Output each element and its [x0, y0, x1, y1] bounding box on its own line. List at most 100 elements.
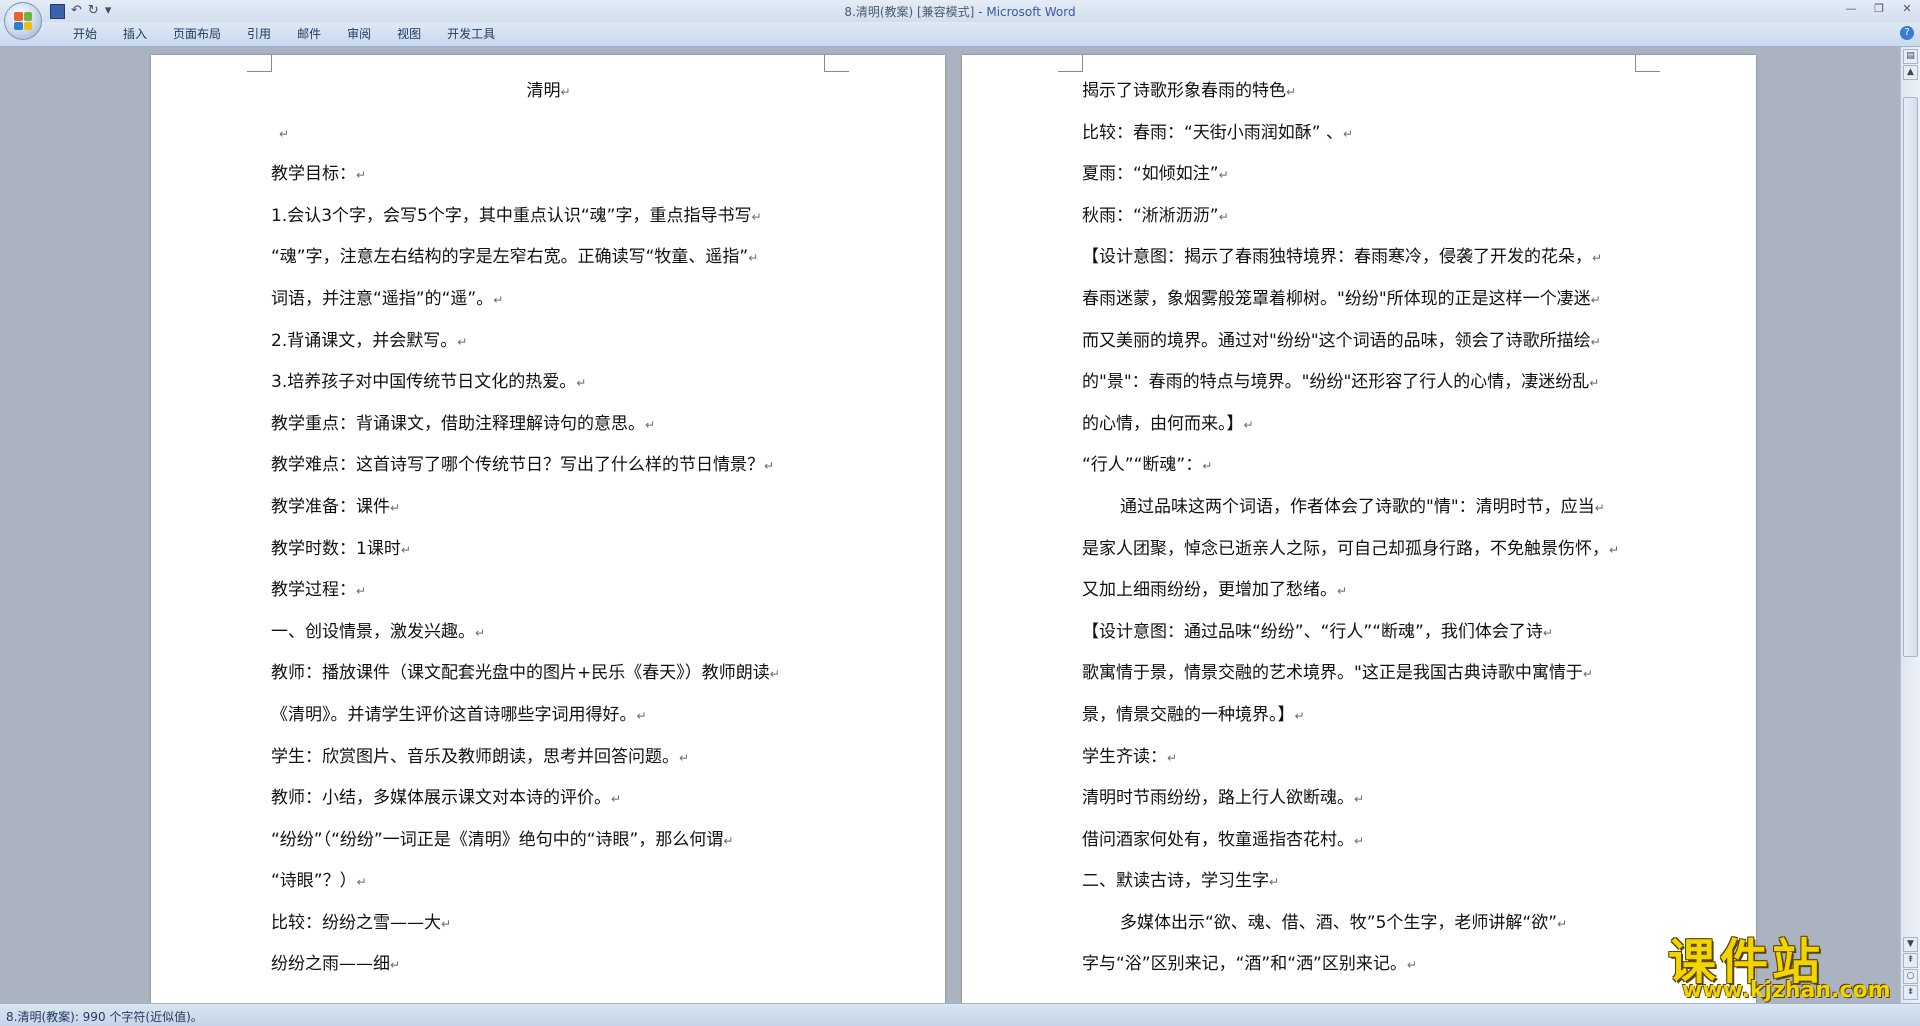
word-count-status[interactable]: 8.清明(教案): 990 个字符(近似值)。: [6, 1008, 203, 1025]
ribbon-tab[interactable]: 页面布局: [160, 26, 234, 43]
paragraph[interactable]: 字与“浴”区别来记，“酒”和“洒”区别来记。↵: [1082, 944, 1637, 986]
paragraph-text: 词语，并注意“遥指”的“遥”。: [271, 288, 494, 309]
paragraph[interactable]: 教师：小结，多媒体展示课文对本诗的评价。↵: [271, 778, 826, 820]
paragraph[interactable]: 一、创设情景，激发兴趣。↵: [271, 612, 826, 654]
paragraph[interactable]: 1.会认3个字，会写5个字，其中重点认识“魂”字，重点指导书写↵: [271, 196, 826, 238]
paragraph-text: 多媒体出示“欲、魂、借、酒、牧”5个生字，老师讲解“欲”: [1120, 912, 1558, 933]
paragraph[interactable]: 借问酒家何处有，牧童遥指杏花村。↵: [1082, 820, 1637, 862]
page-left-content[interactable]: 清明↵ ↵ 教学目标：↵ 1.会认3个字，会写5个字，其中重点认识“魂”字，重点指导书…: [271, 71, 826, 986]
paragraph[interactable]: 秋雨：“淅淅沥沥”↵: [1082, 196, 1637, 238]
paragraph-mark-icon: ↵: [764, 459, 775, 474]
paragraph[interactable]: 教学时数：1课时↵: [271, 529, 826, 571]
paragraph[interactable]: 春雨迷蒙，象烟雾般笼罩着柳树。"纷纷"所体现的正是这样一个凄迷↵: [1082, 279, 1637, 321]
paragraph-text: 字与“浴”区别来记，“酒”和“洒”区别来记。: [1082, 954, 1407, 975]
office-button[interactable]: [4, 2, 42, 40]
paragraph[interactable]: 纷纷之雨——细↵: [271, 944, 826, 986]
paragraph-text: 一、创设情景，激发兴趣。: [271, 621, 475, 642]
paragraph[interactable]: 的心情，由何而来。】↵: [1082, 404, 1637, 446]
paragraph[interactable]: 【设计意图：揭示了春雨独特境界：春雨寒冷，侵袭了开发的花朵，↵: [1082, 237, 1637, 279]
vertical-scrollbar[interactable]: ▤ ▲ ▼ ⇞ ○ ⇟: [1900, 47, 1920, 1003]
ribbon-tab[interactable]: 邮件: [284, 26, 334, 43]
paragraph[interactable]: 揭示了诗歌形象春雨的特色↵: [1082, 71, 1637, 113]
title-separator: -: [974, 5, 987, 19]
paragraph[interactable]: “魂”字，注意左右结构的字是左窄右宽。正确读写“牧童、遥指”↵: [271, 237, 826, 279]
paragraph[interactable]: 教学过程：↵: [271, 570, 826, 612]
paragraph[interactable]: 景，情景交融的一种境界。】↵: [1082, 695, 1637, 737]
paragraph-text: 《清明》。并请学生评价这首诗哪些字词用得好。: [271, 704, 637, 725]
paragraph-text: 纷纷之雨——细: [271, 954, 390, 975]
paragraph[interactable]: 词语，并注意“遥指”的“遥”。↵: [271, 279, 826, 321]
paragraph-mark-icon: ↵: [400, 542, 411, 557]
paragraph-mark-icon: ↵: [1406, 958, 1417, 973]
scroll-down-icon[interactable]: ▼: [1903, 937, 1918, 952]
scroll-thumb[interactable]: [1903, 97, 1918, 657]
paragraph[interactable]: 多媒体出示“欲、魂、借、酒、牧”5个生字，老师讲解“欲”↵: [1082, 903, 1637, 945]
close-icon[interactable]: ✕: [1900, 2, 1914, 15]
paragraph[interactable]: 而又美丽的境界。通过对"纷纷"这个词语的品味，领会了诗歌所描绘↵: [1082, 321, 1637, 363]
paragraph[interactable]: 教学难点：这首诗写了哪个传统节日？写出了什么样的节日情景？↵: [271, 445, 826, 487]
page-right-content[interactable]: 揭示了诗歌形象春雨的特色↵ 比较：春雨：“天街小雨润如酥” 、↵ 夏雨：“如倾如注”…: [1082, 71, 1637, 986]
paragraph[interactable]: 比较：春雨：“天街小雨润如酥” 、↵: [1082, 113, 1637, 155]
maximize-icon[interactable]: ❐: [1872, 2, 1886, 15]
paragraph-mark-icon: ↵: [356, 168, 367, 183]
paragraph-mark-icon: ↵: [1286, 85, 1297, 99]
paragraph[interactable]: 的"景"：春雨的特点与境界。"纷纷"还形容了行人的心情，凄迷纷乱↵: [1082, 362, 1637, 404]
paragraph-text: 的心情，由何而来。】: [1082, 413, 1244, 434]
ribbon-tab[interactable]: 开发工具: [434, 26, 508, 43]
paragraph[interactable]: 学生齐读：↵: [1082, 737, 1637, 779]
paragraph-text: 揭示了诗歌形象春雨的特色: [1082, 81, 1286, 101]
paragraph[interactable]: 《清明》。并请学生评价这首诗哪些字词用得好。↵: [271, 695, 826, 737]
ribbon-tab[interactable]: 开始: [60, 26, 110, 43]
paragraph-text: 教师：播放课件（课文配套光盘中的图片+民乐《春天》）教师朗读: [271, 663, 770, 684]
paragraph[interactable]: 比较：纷纷之雪——大↵: [271, 903, 826, 945]
margin-corner-mark: [824, 55, 849, 72]
paragraph[interactable]: 教师：播放课件（课文配套光盘中的图片+民乐《春天》）教师朗读↵: [271, 653, 826, 695]
paragraph[interactable]: 二、默读古诗，学习生字↵: [1082, 861, 1637, 903]
ribbon-tab[interactable]: 视图: [384, 26, 434, 43]
margin-corner-mark: [1058, 55, 1083, 72]
paragraph[interactable]: 清明时节雨纷纷，路上行人欲断魂。↵: [1082, 778, 1637, 820]
paragraph-text: 教师：小结，多媒体展示课文对本诗的评价。: [271, 788, 611, 809]
ribbon: 开始 插入 页面布局 引用 邮件 审阅 视图 开发工具 ?: [0, 22, 1920, 47]
ribbon-tab[interactable]: 引用: [234, 26, 284, 43]
paragraph-text: 景，情景交融的一种境界。】: [1082, 704, 1295, 725]
paragraph-text: 夏雨：“如倾如注”: [1082, 164, 1219, 185]
help-icon[interactable]: ?: [1900, 26, 1914, 40]
paragraph[interactable]: 学生：欣赏图片、音乐及教师朗读，思考并回答问题。↵: [271, 737, 826, 779]
paragraph-text: 秋雨：“淅淅沥沥”: [1082, 205, 1219, 226]
next-page-icon[interactable]: ⇟: [1903, 985, 1918, 1000]
paragraph[interactable]: 歌寓情于景，情景交融的艺术境界。"这正是我国古典诗歌中寓情于↵: [1082, 653, 1637, 695]
minimize-icon[interactable]: —: [1844, 2, 1858, 15]
ribbon-tab[interactable]: 插入: [110, 26, 160, 43]
paragraph[interactable]: 教学准备：课件↵: [271, 487, 826, 529]
ribbon-tab[interactable]: 审阅: [334, 26, 384, 43]
paragraph[interactable]: ↵: [271, 113, 826, 155]
paragraph-mark-icon: ↵: [1590, 292, 1601, 307]
paragraph[interactable]: 【设计意图：通过品味“纷纷”、“行人”“断魂”，我们体会了诗↵: [1082, 612, 1637, 654]
paragraph[interactable]: 又加上细雨纷纷，更增加了愁绪。↵: [1082, 570, 1637, 612]
ruler-toggle-icon[interactable]: ▤: [1903, 49, 1918, 64]
paragraph[interactable]: 夏雨：“如倾如注”↵: [1082, 154, 1637, 196]
paragraph[interactable]: 通过品味这两个词语，作者体会了诗歌的"情"：清明时节，应当↵: [1082, 487, 1637, 529]
paragraph-text: 又加上细雨纷纷，更增加了愁绪。: [1082, 580, 1337, 601]
paragraph[interactable]: “纷纷”（“纷纷”一词正是《清明》绝句中的“诗眼”，那么何谓↵: [271, 820, 826, 862]
select-browse-object-icon[interactable]: ○: [1903, 969, 1918, 984]
paragraph[interactable]: “诗眼”？）↵: [271, 861, 826, 903]
paragraph[interactable]: “行人”“断魂”：↵: [1082, 445, 1637, 487]
paragraph[interactable]: 教学重点：背诵课文，借助注释理解诗句的意思。↵: [271, 404, 826, 446]
paragraph-text: “魂”字，注意左右结构的字是左窄右宽。正确读写“牧童、遥指”: [271, 247, 749, 268]
ribbon-tabs: 开始 插入 页面布局 引用 邮件 审阅 视图 开发工具: [60, 26, 508, 43]
paragraph-mark-icon: ↵: [1243, 417, 1254, 432]
paragraph[interactable]: 3.培养孩子对中国传统节日文化的热爱。↵: [271, 362, 826, 404]
paragraph-mark-icon: ↵: [1542, 625, 1553, 640]
paragraph[interactable]: 是家人团聚，悼念已逝亲人之际，可自己却孤身行路，不免触景伤怀，↵: [1082, 529, 1637, 571]
paragraph-text: 春雨迷蒙，象烟雾般笼罩着柳树。"纷纷"所体现的正是这样一个凄迷: [1082, 288, 1591, 309]
paragraph[interactable]: 教学目标：↵: [271, 154, 826, 196]
paragraph[interactable]: 清明↵: [271, 71, 826, 113]
previous-page-icon[interactable]: ⇞: [1903, 953, 1918, 968]
paragraph-text: 清明时节雨纷纷，路上行人欲断魂。: [1082, 788, 1354, 809]
paragraph-text: 的"景"：春雨的特点与境界。"纷纷"还形容了行人的心情，凄迷纷乱: [1082, 372, 1590, 393]
scroll-up-icon[interactable]: ▲: [1903, 65, 1918, 80]
paragraph[interactable]: 2.背诵课文，并会默写。↵: [271, 321, 826, 363]
paragraph-mark-icon: ↵: [356, 875, 367, 890]
